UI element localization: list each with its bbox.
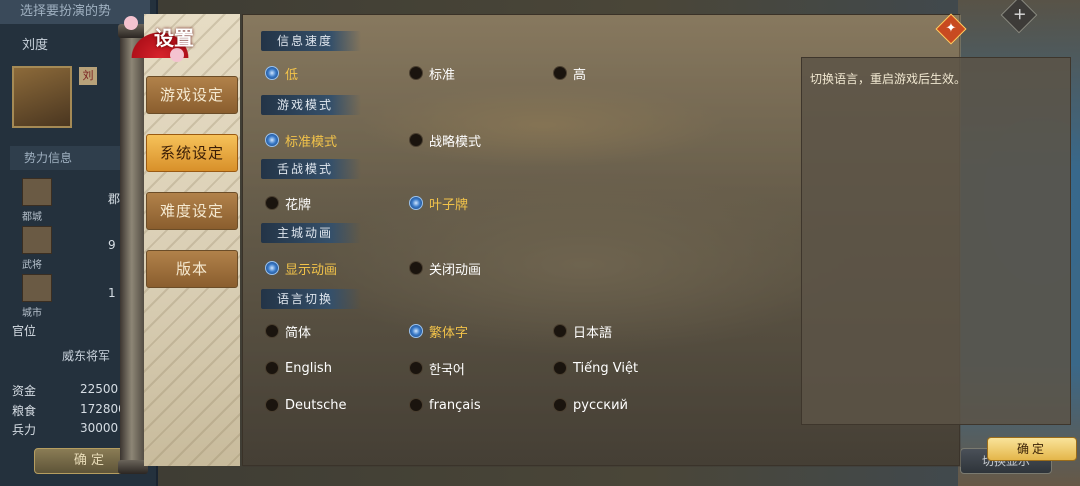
- faction-info-header: 势力信息: [10, 146, 120, 170]
- option-label: 标准: [429, 67, 456, 83]
- tab-game-settings[interactable]: 游戏设定: [146, 76, 238, 114]
- gold-label: 资金: [12, 384, 37, 398]
- city-count: 1: [108, 286, 116, 300]
- radio-icon[interactable]: [265, 133, 279, 147]
- blossom-icon: [124, 16, 138, 30]
- option-label: 高: [573, 67, 587, 83]
- office-value: 威东将军: [62, 349, 111, 363]
- city-label: 城市: [22, 308, 42, 319]
- radio-icon[interactable]: [265, 324, 279, 338]
- radio-icon[interactable]: [409, 361, 423, 375]
- section-header-message-speed: 信息速度: [261, 31, 362, 51]
- troops-value: 30000: [80, 421, 119, 435]
- radio-icon[interactable]: [409, 261, 423, 275]
- section-header-city-animation: 主城动画: [261, 223, 362, 243]
- confirm-button[interactable]: 确定: [987, 437, 1077, 461]
- option-label: 繁体字: [429, 325, 469, 341]
- option-label: English: [285, 360, 332, 376]
- option-lang-vietnamese[interactable]: Tiếng Việt: [553, 358, 638, 378]
- gold-value: 22500: [80, 382, 119, 396]
- troops-label: 兵力: [12, 423, 37, 437]
- option-label: Tiếng Việt: [573, 360, 639, 376]
- general-label: 武将: [22, 260, 42, 271]
- option-lang-korean[interactable]: 한국어: [409, 358, 465, 378]
- radio-icon[interactable]: [265, 66, 279, 80]
- ruler-portrait: [12, 66, 72, 128]
- option-lang-russian[interactable]: русский: [553, 395, 628, 415]
- option-lang-german[interactable]: Deutsche: [265, 395, 347, 415]
- city-icon: [22, 274, 52, 302]
- radio-icon[interactable]: [553, 398, 567, 412]
- radio-icon[interactable]: [409, 398, 423, 412]
- option-lang-english[interactable]: English: [265, 358, 332, 378]
- section-header-debate-mode: 舌战模式: [261, 159, 362, 179]
- radio-icon[interactable]: [553, 361, 567, 375]
- tab-difficulty-settings[interactable]: 难度设定: [146, 192, 238, 230]
- radio-icon[interactable]: [265, 196, 279, 210]
- radio-icon[interactable]: [265, 361, 279, 375]
- section-header-game-mode: 游戏模式: [261, 95, 362, 115]
- option-speed-low[interactable]: 低: [265, 63, 298, 83]
- settings-dialog: 游戏设定 系统设定 难度设定 版本 信息速度 低 标准 高 游戏模式 标准模式 …: [118, 13, 1077, 474]
- option-label: Deutsche: [285, 397, 347, 413]
- option-label: 战略模式: [429, 134, 482, 150]
- radio-icon[interactable]: [409, 66, 423, 80]
- option-lang-traditional-chinese[interactable]: 繁体字: [409, 321, 468, 341]
- ruler-name: 刘度: [22, 38, 49, 53]
- scroll-rod: [118, 24, 148, 474]
- capital-icon: [22, 178, 52, 206]
- info-text: 切换语言，重启游戏后生效。: [810, 72, 967, 86]
- option-label: 简体: [285, 325, 312, 341]
- general-icon: [22, 226, 52, 254]
- option-lang-simplified-chinese[interactable]: 简体: [265, 321, 311, 341]
- close-icon: ✦: [945, 21, 957, 36]
- tab-system-settings[interactable]: 系统设定: [146, 134, 238, 172]
- option-debate-flower-cards[interactable]: 花牌: [265, 193, 311, 213]
- option-lang-japanese[interactable]: 日本語: [553, 321, 612, 341]
- option-mode-strategy[interactable]: 战略模式: [409, 130, 481, 150]
- option-label: 日本語: [573, 325, 613, 341]
- settings-content: 信息速度 低 标准 高 游戏模式 标准模式 战略模式 舌战模式 花牌 叶子牌 主…: [242, 14, 1077, 467]
- option-animation-off[interactable]: 关闭动画: [409, 258, 481, 278]
- option-label: 显示动画: [285, 262, 338, 278]
- radio-icon[interactable]: [265, 398, 279, 412]
- option-lang-french[interactable]: français: [409, 395, 481, 415]
- general-count: 9: [108, 238, 116, 252]
- radio-icon[interactable]: [553, 324, 567, 338]
- option-label: 花牌: [285, 197, 312, 213]
- option-label: русский: [573, 397, 628, 413]
- option-label: 한국어: [429, 362, 465, 378]
- option-label: 关闭动画: [429, 262, 482, 278]
- section-header-language: 语言切换: [261, 289, 362, 309]
- settings-title: 设置: [154, 26, 194, 50]
- option-mode-standard[interactable]: 标准模式: [265, 130, 337, 150]
- option-label: français: [429, 397, 481, 413]
- option-label: 标准模式: [285, 134, 338, 150]
- option-debate-leaf-cards[interactable]: 叶子牌: [409, 193, 468, 213]
- info-panel: 切换语言，重启游戏后生效。: [801, 57, 1071, 425]
- option-label: 低: [285, 67, 299, 83]
- option-speed-high[interactable]: 高: [553, 63, 586, 83]
- radio-icon[interactable]: [409, 324, 423, 338]
- option-label: 叶子牌: [429, 197, 469, 213]
- settings-title-badge: 设置: [120, 14, 210, 62]
- capital-label: 都城: [22, 212, 42, 223]
- faction-tag: 刘: [79, 67, 97, 85]
- food-label: 粮食: [12, 404, 37, 418]
- radio-icon[interactable]: [265, 261, 279, 275]
- option-speed-normal[interactable]: 标准: [409, 63, 455, 83]
- radio-icon[interactable]: [409, 196, 423, 210]
- option-animation-on[interactable]: 显示动画: [265, 258, 337, 278]
- radio-icon[interactable]: [409, 133, 423, 147]
- radio-icon[interactable]: [553, 66, 567, 80]
- office-label: 官位: [12, 324, 37, 338]
- tab-version[interactable]: 版本: [146, 250, 238, 288]
- settings-nav: 游戏设定 系统设定 难度设定 版本: [144, 14, 240, 466]
